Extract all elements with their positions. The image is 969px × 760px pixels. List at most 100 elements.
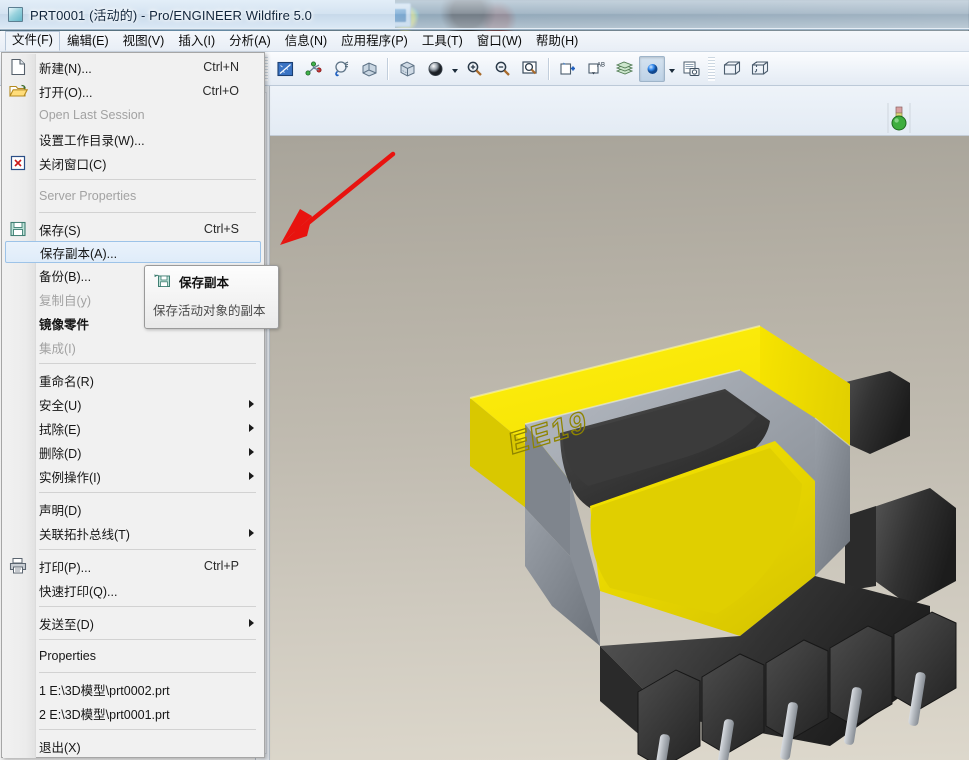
menu-item-applications[interactable]: 应用程序(P) [334,32,415,51]
submenu-arrow-icon [249,529,254,537]
layer-new-icon[interactable] [555,56,581,82]
menu-associative-topology-bus[interactable]: 关联拓扑总线(T) [2,521,264,545]
menu-exit[interactable]: 退出(X) [2,734,264,758]
model-player-icon[interactable] [678,56,704,82]
save-icon [8,220,29,238]
menu-open-last-session: Open Last Session [2,103,264,127]
menu-print[interactable]: 打印(P)... Ctrl+P [2,554,264,578]
open-folder-icon [8,82,29,100]
menu-separator-6 [39,606,256,607]
menu-quick-print-label: 快速打印(Q)... [39,584,118,599]
menu-rename-label: 重命名(R) [39,374,94,389]
menu-save[interactable]: 保存(S) Ctrl+S [2,217,264,241]
menu-item-info[interactable]: 信息(N) [278,32,334,51]
menu-delete[interactable]: 删除(D) [2,440,264,464]
shading-dropdown-caret-icon[interactable] [449,57,460,81]
annotation-icon[interactable]: AB [583,56,609,82]
menu-send-to-label: 发送至(D) [39,617,94,632]
part-document-icon[interactable] [8,6,23,22]
menu-open[interactable]: 打开(O)... Ctrl+O [2,79,264,103]
regeneration-status-lamp[interactable] [884,103,911,135]
submenu-arrow-icon [249,424,254,432]
menu-backup[interactable]: 备份(B)... [2,263,264,287]
menu-separator-8 [39,672,256,673]
menu-backup-label: 备份(B)... [39,269,92,284]
menu-item-tools[interactable]: 工具(T) [415,32,470,51]
wireframe-view-icon[interactable] [394,56,420,82]
menu-new[interactable]: 新建(N)... Ctrl+N [2,55,264,79]
new-file-icon [8,58,29,76]
print-icon [8,557,29,575]
menu-item-insert[interactable]: 插入(I) [171,32,222,51]
menu-item-edit[interactable]: 编辑(E) [60,32,116,51]
menu-declare-label: 声明(D) [39,503,82,518]
graphics-viewport[interactable]: EE19 [270,136,969,760]
menu-save-a-copy[interactable]: 保存副本(A)... [5,241,261,263]
submenu-arrow-icon [249,448,254,456]
menu-close-window[interactable]: 关闭窗口(C) [2,151,264,175]
menu-quick-print[interactable]: 快速打印(Q)... [2,578,264,602]
menu-item-view[interactable]: 视图(V) [116,32,172,51]
close-window-icon [8,154,29,172]
menu-send-to[interactable]: 发送至(D) [2,611,264,635]
menu-delete-label: 删除(D) [39,446,82,461]
menu-recent-file-2[interactable]: 2 E:\3D模型\prt0001.prt [2,701,264,725]
menu-open-label: 打开(O)... [39,85,93,100]
menu-item-window[interactable]: 窗口(W) [470,32,529,51]
menu-separator-1 [39,179,256,180]
view-manager-icon[interactable] [639,55,665,82]
datum-plane-display-icon[interactable] [272,56,298,82]
coordinate-system-display-icon[interactable] [356,56,382,82]
menu-instance-operations-label: 实例操作(I) [39,470,101,485]
menu-mirror-part-label: 镜像零件 [39,317,90,332]
shading-icon[interactable] [422,56,448,82]
transformer-bobbin-ee19: EE19 [469,325,957,760]
menu-item-analysis[interactable]: 分析(A) [222,32,278,51]
window-titlebar[interactable]: PRT0001 (活动的) - Pro/ENGINEER Wildfire 5.… [0,0,969,28]
hidden-line-cube-icon[interactable] [747,56,773,82]
menu-copy-from-label: 复制自(y) [39,293,92,308]
menu-declare[interactable]: 声明(D) [2,497,264,521]
menu-server-properties-label: Server Properties [39,189,137,203]
menu-security[interactable]: 安全(U) [2,392,264,416]
menu-item-help[interactable]: 帮助(H) [529,32,585,51]
toolbar-grip-2[interactable] [708,56,715,81]
menu-new-label: 新建(N)... [39,61,92,76]
menu-separator-3 [39,363,256,364]
menu-instance-operations[interactable]: 实例操作(I) [2,464,264,488]
menu-properties-label: Properties [39,649,96,663]
menu-set-working-directory[interactable]: 设置工作目录(W)... [2,127,264,151]
menu-separator-5 [39,549,256,550]
menu-open-accel: Ctrl+O [202,84,239,98]
toolbar-separator-2 [387,57,389,80]
menu-save-accel: Ctrl+S [203,222,239,236]
submenu-arrow-icon [249,400,254,408]
datum-point-display-icon[interactable] [328,56,354,82]
menu-print-label: 打印(P)... [39,560,92,575]
menu-recent-file-2-label: 2 E:\3D模型\prt0001.prt [39,707,170,722]
menu-rename[interactable]: 重命名(R) [2,368,264,392]
menu-item-file[interactable]: 文件(F) [5,31,60,51]
menu-separator-9 [39,729,256,730]
submenu-arrow-icon [249,619,254,627]
proe-application-window: PRT0001 (活动的) - Pro/ENGINEER Wildfire 5.… [0,0,969,760]
refit-icon[interactable] [517,56,543,82]
menu-recent-file-1[interactable]: 1 E:\3D模型\prt0002.prt [2,677,264,701]
zoom-out-icon[interactable] [489,56,515,82]
window-top-border [0,28,969,30]
menu-set-working-directory-label: 设置工作目录(W)... [39,133,145,148]
view-manager-caret-icon[interactable] [666,57,677,81]
wireframe-cube-icon[interactable] [719,56,745,82]
menu-properties[interactable]: Properties [2,644,264,668]
window-title: PRT0001 (活动的) - Pro/ENGINEER Wildfire 5.… [30,7,312,23]
zoom-in-icon[interactable] [461,56,487,82]
datum-axis-display-icon[interactable] [300,56,326,82]
menu-exit-label: 退出(X) [39,740,81,755]
layer-stack-icon[interactable] [611,56,637,82]
toolbar-separator-3 [548,57,550,80]
menu-integrate-label: 集成(I) [39,341,76,356]
menu-security-label: 安全(U) [39,398,82,413]
menu-server-properties: Server Properties [2,184,264,208]
menu-mirror-part[interactable]: 镜像零件 [2,311,264,335]
menu-erase[interactable]: 拭除(E) [2,416,264,440]
